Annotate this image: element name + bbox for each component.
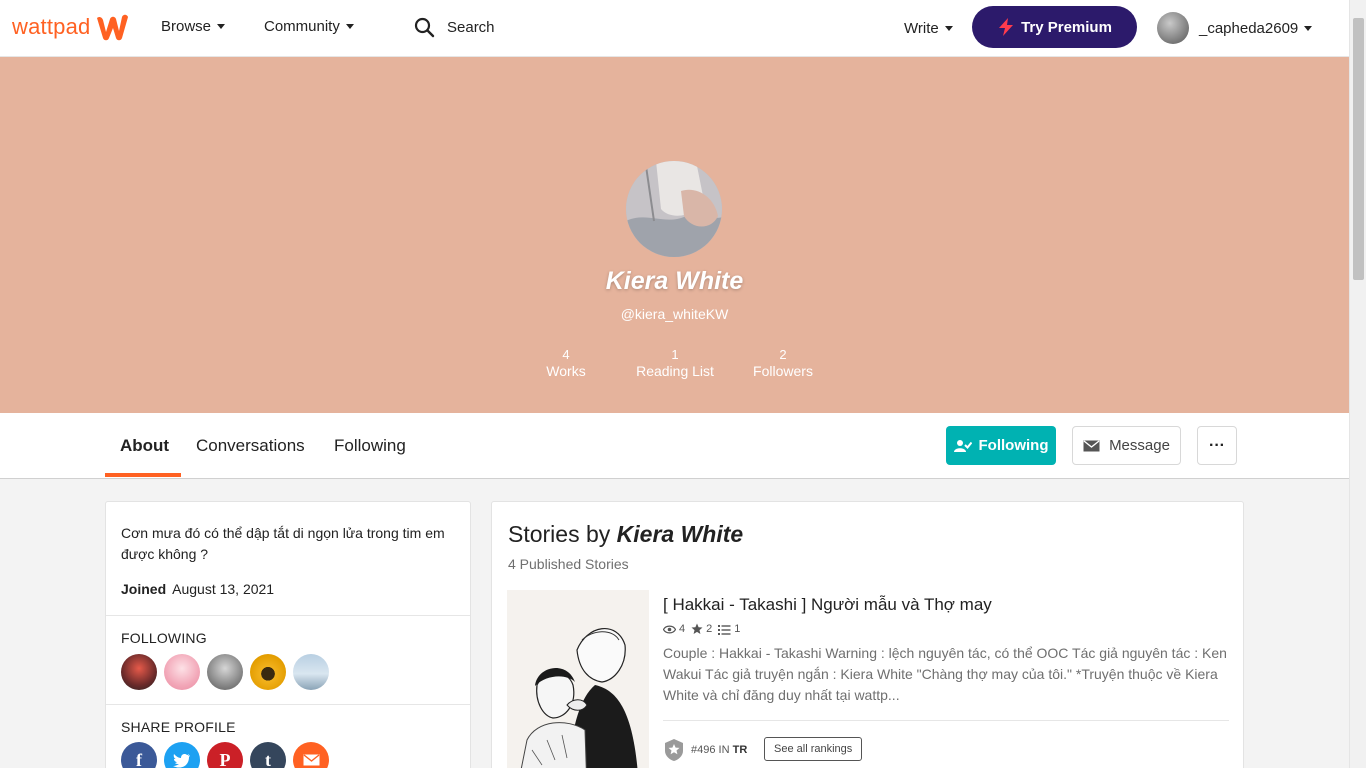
search-placeholder: Search — [447, 19, 495, 36]
share-section-label: SHARE PROFILE — [121, 719, 236, 735]
eye-icon — [663, 625, 676, 633]
logo-text: wattpad — [12, 14, 91, 39]
tab-about[interactable]: About — [120, 436, 169, 456]
joined-date: August 13, 2021 — [172, 581, 275, 597]
user-menu[interactable]: _capheda2609 — [1157, 12, 1313, 44]
following-avatar[interactable] — [121, 654, 157, 690]
message-button-label: Message — [1109, 437, 1170, 454]
tab-conversations[interactable]: Conversations — [196, 436, 305, 456]
divider — [106, 704, 470, 705]
stat-value: 1 — [671, 347, 679, 362]
rank-number: #496 — [691, 744, 716, 756]
logo-w-icon — [97, 14, 129, 41]
story-votes: 2 — [691, 623, 712, 635]
stat-value: 4 — [562, 347, 570, 362]
following-avatar[interactable] — [164, 654, 200, 690]
profile-avatar — [626, 161, 722, 257]
story-parts-value: 1 — [734, 623, 741, 635]
pinterest-icon[interactable]: P — [207, 742, 243, 768]
story-stats: 4 2 1 — [663, 623, 746, 635]
stories-heading-author: Kiera White — [616, 521, 744, 547]
following-button[interactable]: Following — [946, 426, 1056, 465]
username-label: _capheda2609 — [1199, 19, 1299, 37]
tab-following[interactable]: Following — [334, 436, 406, 456]
write-menu[interactable]: Write — [904, 20, 953, 37]
story-reads: 4 — [663, 623, 685, 635]
message-button[interactable]: Message — [1072, 426, 1181, 465]
search-box[interactable]: Search — [414, 17, 495, 38]
story-title[interactable]: [ Hakkai - Takashi ] Người mẫu và Thợ ma… — [663, 595, 992, 615]
following-avatar[interactable] — [250, 654, 286, 690]
rank-in: IN — [718, 744, 730, 756]
community-label: Community — [264, 18, 340, 35]
list-icon — [718, 624, 731, 635]
about-description: Cơn mưa đó có thể dập tắt di ngọn lửa tr… — [121, 525, 445, 562]
tumblr-icon[interactable]: t — [250, 742, 286, 768]
share-icons: f P t — [121, 742, 336, 768]
stat-value: 2 — [779, 347, 787, 362]
active-tab-indicator — [105, 473, 181, 477]
community-menu[interactable]: Community — [264, 18, 354, 35]
following-button-label: Following — [978, 437, 1049, 454]
try-premium-button[interactable]: Try Premium — [972, 6, 1137, 48]
chevron-down-icon — [217, 24, 226, 29]
divider — [106, 615, 470, 616]
divider — [663, 720, 1229, 721]
scrollbar-thumb[interactable] — [1353, 18, 1364, 280]
stat-label: Reading List — [636, 363, 714, 379]
story-reads-value: 4 — [679, 623, 686, 635]
email-icon[interactable] — [293, 742, 329, 768]
browse-label: Browse — [161, 18, 212, 35]
lightning-icon — [999, 18, 1014, 36]
stat-works[interactable]: 4 Works — [536, 347, 596, 379]
stories-heading: Stories by Kiera White — [508, 521, 743, 548]
chevron-down-icon — [944, 26, 953, 31]
envelope-icon — [1083, 439, 1100, 451]
wattpad-logo[interactable]: wattpad — [12, 12, 130, 42]
browse-menu[interactable]: Browse — [161, 18, 226, 35]
story-parts: 1 — [718, 623, 740, 635]
story-description: Couple : Hakkai - Takashi Warning : lệch… — [663, 645, 1227, 703]
profile-handle: @kiera_whiteKW — [620, 306, 729, 322]
star-icon — [691, 623, 703, 634]
top-nav: wattpad Browse Community Search Write Tr… — [0, 0, 1349, 57]
following-avatar[interactable] — [207, 654, 243, 690]
user-avatar — [1157, 12, 1189, 44]
joined-label: Joined — [121, 581, 167, 597]
stat-label: Works — [546, 363, 586, 379]
search-icon — [414, 17, 435, 38]
write-label: Write — [904, 20, 939, 37]
ranking-badge-icon — [665, 739, 683, 761]
story-votes-value: 2 — [706, 623, 713, 635]
following-section-label: FOLLOWING — [121, 630, 207, 646]
story-cover[interactable] — [507, 590, 649, 768]
following-avatars — [121, 654, 336, 690]
rank-tag[interactable]: TR — [733, 744, 748, 756]
stat-followers[interactable]: 2 Followers — [745, 347, 821, 379]
stories-card: Stories by Kiera White 4 Published Stori… — [491, 501, 1244, 768]
premium-label: Try Premium — [1021, 18, 1112, 36]
following-avatar[interactable] — [293, 654, 329, 690]
page: wattpad Browse Community Search Write Tr… — [0, 0, 1366, 768]
profile-tabs-bar: About Conversations Following Following … — [0, 413, 1349, 479]
profile-banner: Kiera White @kiera_whiteKW 4 Works 1 Rea… — [0, 57, 1349, 413]
see-all-rankings-button[interactable]: See all rankings — [764, 737, 863, 761]
story-ranking: #496 IN TR — [663, 738, 747, 762]
about-card: Cơn mưa đó có thể dập tắt di ngọn lửa tr… — [105, 501, 471, 768]
more-options-button[interactable]: ··· — [1197, 426, 1237, 465]
facebook-icon[interactable]: f — [121, 742, 157, 768]
stories-heading-prefix: Stories by — [508, 521, 611, 547]
chevron-down-icon — [345, 24, 354, 29]
chevron-down-icon — [1304, 25, 1313, 31]
joined-info: Joined August 13, 2021 — [121, 581, 274, 597]
user-check-icon — [953, 439, 972, 452]
stat-label: Followers — [753, 363, 813, 379]
page-scrollbar[interactable] — [1349, 0, 1366, 768]
published-stories-count: 4 Published Stories — [508, 556, 629, 572]
profile-name: Kiera White — [605, 267, 744, 295]
stat-reading-list[interactable]: 1 Reading List — [630, 347, 720, 379]
twitter-icon[interactable] — [164, 742, 200, 768]
